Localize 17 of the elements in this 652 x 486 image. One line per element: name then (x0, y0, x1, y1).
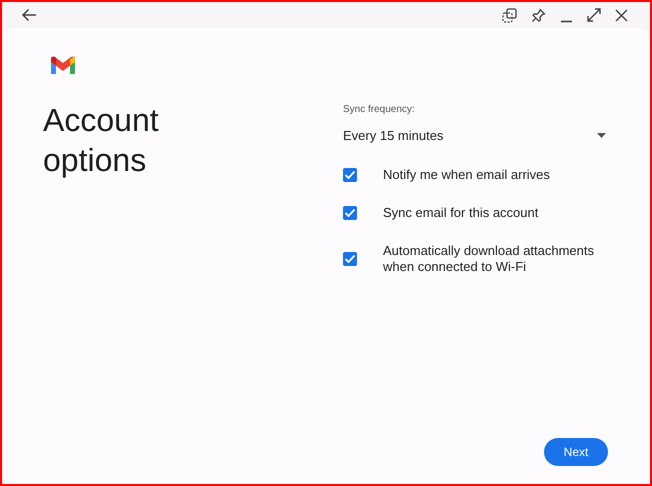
next-button[interactable]: Next (544, 438, 608, 466)
dropdown-arrow-icon (597, 132, 606, 138)
checkbox[interactable] (343, 168, 357, 182)
mail-logo-icon (49, 56, 77, 76)
close-icon[interactable] (615, 8, 628, 22)
resize-icon[interactable] (502, 8, 517, 22)
back-icon[interactable] (21, 8, 37, 22)
maximize-icon[interactable] (587, 8, 601, 22)
page-title: Account options (43, 101, 160, 180)
option-label: Sync email for this account (383, 205, 540, 221)
sync-frequency-dropdown[interactable]: Every 15 minutes (343, 125, 608, 145)
checkbox[interactable] (343, 206, 357, 220)
option-label: Automatically download attachments when connected to Wi-Fi (383, 243, 596, 275)
field-label: Sync frequency: (343, 104, 415, 115)
option-label: Notify me when email arrives (383, 167, 551, 183)
pin-icon[interactable] (531, 8, 546, 22)
checkbox[interactable] (343, 252, 357, 266)
